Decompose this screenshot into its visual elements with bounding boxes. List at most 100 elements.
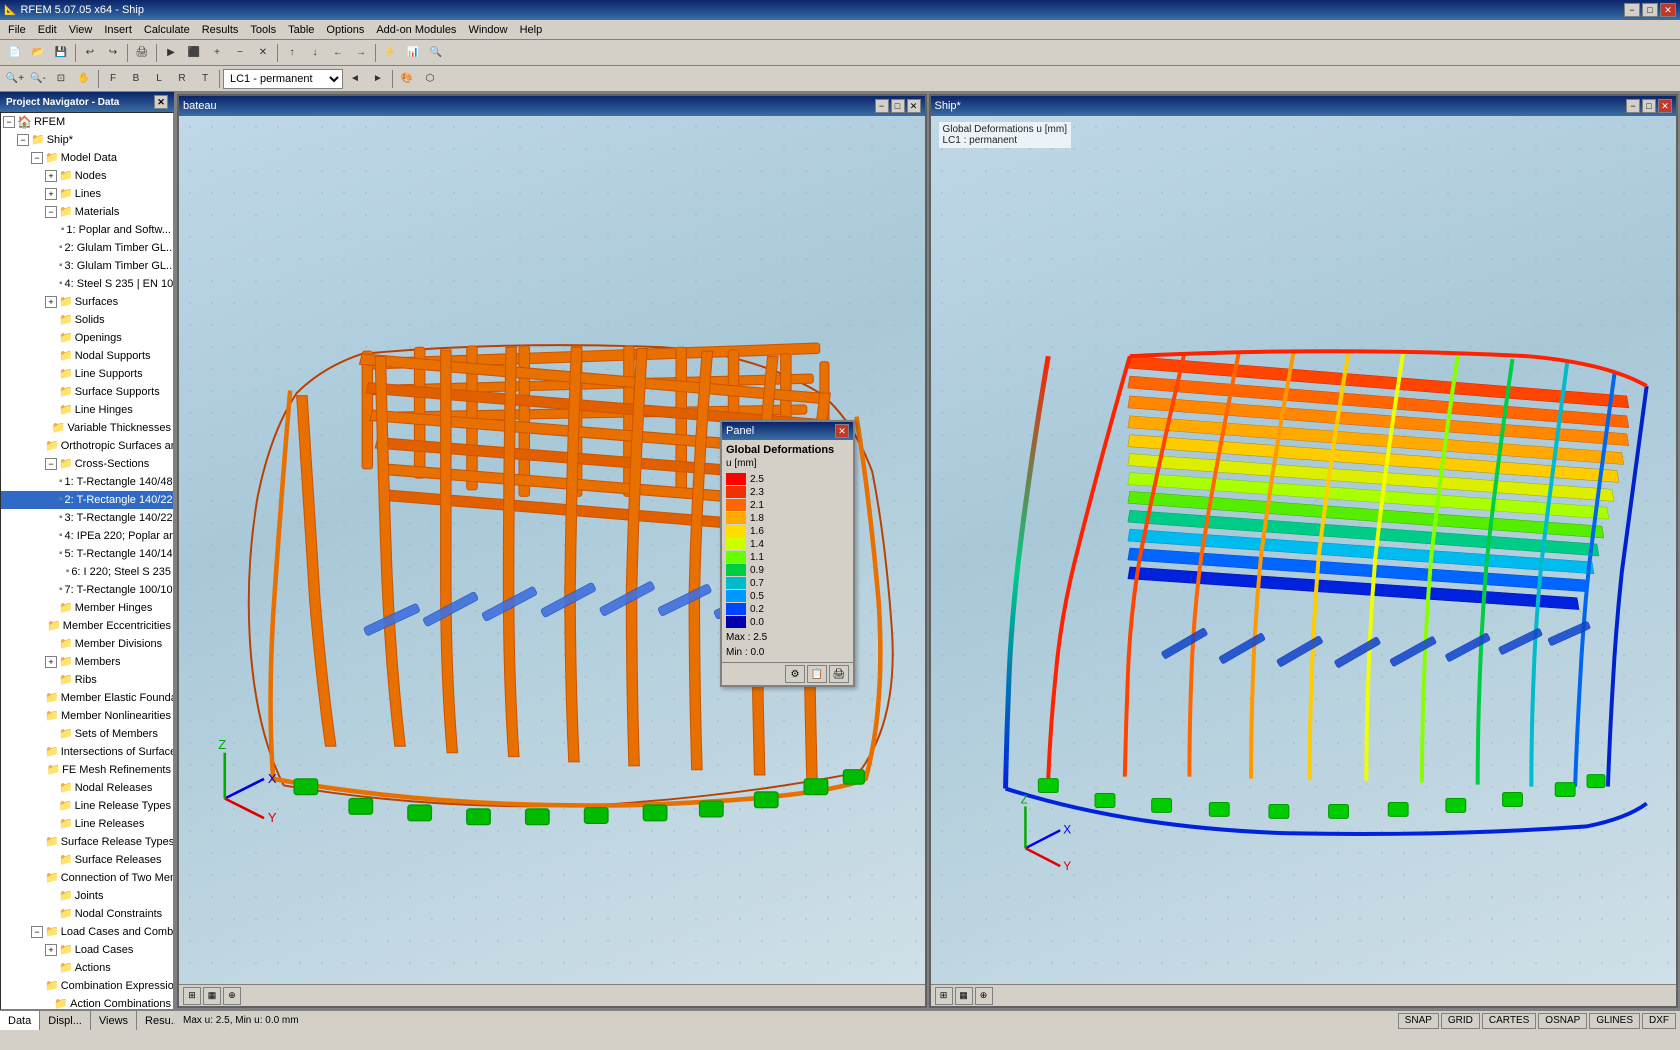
expand-icon[interactable]: − [3,116,15,128]
menu-item-calculate[interactable]: Calculate [138,22,196,38]
menu-item-options[interactable]: Options [320,22,370,38]
vp-right-close[interactable]: ✕ [1658,99,1672,113]
menu-item-results[interactable]: Results [196,22,245,38]
tree-item[interactable]: 📁Surface Releases [1,851,173,869]
tb-btn-9[interactable]: → [350,42,372,64]
tree-item[interactable]: ▪2: T-Rectangle 140/22... [1,491,173,509]
panel-close[interactable]: ✕ [154,95,168,109]
wire-btn[interactable]: ⬡ [419,68,441,90]
view-left[interactable]: L [148,68,170,90]
tree-item[interactable]: 📁Orthotropic Surfaces and... [1,437,173,455]
tree-item[interactable]: 📁Solids [1,311,173,329]
tree-item[interactable]: 📁Member Divisions [1,635,173,653]
tree-item[interactable]: 📁Line Release Types [1,797,173,815]
undo-button[interactable]: ↩ [79,42,101,64]
redo-button[interactable]: ↪ [102,42,124,64]
zoom-in[interactable]: 🔍+ [4,68,26,90]
tree-item[interactable]: 📁Member Nonlinearities [1,707,173,725]
tree-item[interactable]: 📁Line Releases [1,815,173,833]
panel-export-btn[interactable]: 📋 [807,665,827,683]
view-front[interactable]: F [102,68,124,90]
lc-prev[interactable]: ◄ [344,68,366,90]
panel-print-btn[interactable]: 🖨 [829,665,849,683]
tree-item[interactable]: 📁Intersections of Surfaces [1,743,173,761]
minimize-button[interactable]: − [1624,3,1640,17]
new-button[interactable]: 📄 [4,42,26,64]
tree-item[interactable]: 📁Surface Release Types [1,833,173,851]
tree-item[interactable]: ▪4: IPEa 220; Poplar an... [1,527,173,545]
tb-btn-3[interactable]: + [206,42,228,64]
tree-item[interactable]: ▪7: T-Rectangle 100/10... [1,581,173,599]
tb-btn-6[interactable]: ↑ [281,42,303,64]
tb-btn-2[interactable]: ⬛ [183,42,205,64]
tree-item[interactable]: +📁Surfaces [1,293,173,311]
vp-close[interactable]: ✕ [907,99,921,113]
tree-item[interactable]: −📁Cross-Sections [1,455,173,473]
expand-icon[interactable]: − [45,458,57,470]
vp-right-grid-btn[interactable]: ⊞ [935,987,953,1005]
menu-item-file[interactable]: File [2,22,32,38]
expand-icon[interactable]: + [45,296,57,308]
tree-item[interactable]: ▪2: Glulam Timber GL... [1,239,173,257]
tree-item[interactable]: +📁Nodes [1,167,173,185]
tree-item[interactable]: −📁Model Data [1,149,173,167]
tree-item[interactable]: −📁Load Cases and Combinatio... [1,923,173,941]
vp-axis-btn[interactable]: ⊕ [223,987,241,1005]
tree-item[interactable]: 📁Ribs [1,671,173,689]
menu-item-table[interactable]: Table [282,22,320,38]
tree-item[interactable]: ▪1: Poplar and Softw... [1,221,173,239]
tree-item[interactable]: −📁Ship* [1,131,173,149]
tree-item[interactable]: −📁Materials [1,203,173,221]
panel-window-close[interactable]: ✕ [835,424,849,438]
tree-item[interactable]: ▪3: T-Rectangle 140/22... [1,509,173,527]
tree-item[interactable]: 📁Member Hinges [1,599,173,617]
tb-btn-5[interactable]: ✕ [252,42,274,64]
view-top[interactable]: T [194,68,216,90]
menu-item-add-on-modules[interactable]: Add-on Modules [370,22,462,38]
pan[interactable]: ✋ [73,68,95,90]
expand-icon[interactable]: − [45,206,57,218]
render-btn[interactable]: 🎨 [396,68,418,90]
tb-btn-10[interactable]: 📊 [402,42,424,64]
dxf-button[interactable]: DXF [1642,1013,1676,1029]
view-back[interactable]: B [125,68,147,90]
tree-item[interactable]: 📁Member Elastic Foundati... [1,689,173,707]
print-button[interactable]: 🖨 [131,42,153,64]
tree-item[interactable]: 📁Connection of Two Memb... [1,869,173,887]
tree-item[interactable]: 📁Variable Thicknesses [1,419,173,437]
calculate-button[interactable]: ⚡ [379,42,401,64]
vp-right-minimize[interactable]: − [1626,99,1640,113]
grid-button[interactable]: GRID [1441,1013,1480,1029]
vp-grid-btn[interactable]: ⊞ [183,987,201,1005]
panel-settings-btn[interactable]: ⚙ [785,665,805,683]
zoom-fit[interactable]: ⊡ [50,68,72,90]
expand-icon[interactable]: + [45,188,57,200]
zoom-out[interactable]: 🔍- [27,68,49,90]
expand-icon[interactable]: − [31,152,43,164]
tree-item[interactable]: 📁Action Combinations [1,995,173,1010]
menu-item-view[interactable]: View [63,22,99,38]
tree-item[interactable]: ▪1: T-Rectangle 140/48... [1,473,173,491]
close-button[interactable]: ✕ [1660,3,1676,17]
vp-render-btn[interactable]: ▦ [203,987,221,1005]
tree-item[interactable]: 📁FE Mesh Refinements [1,761,173,779]
tree-item[interactable]: 📁Openings [1,329,173,347]
tree-item[interactable]: +📁Members [1,653,173,671]
tree-item[interactable]: ▪6: I 220; Steel S 235 [1,563,173,581]
tree-item[interactable]: 📁Combination Expressions [1,977,173,995]
tree-item[interactable]: 📁Nodal Supports [1,347,173,365]
tree-item[interactable]: 📁Surface Supports [1,383,173,401]
expand-icon[interactable]: − [31,926,43,938]
tree-item[interactable]: ▪4: Steel S 235 | EN 100... [1,275,173,293]
vp-right-render-btn[interactable]: ▦ [955,987,973,1005]
tree-item[interactable]: ▪5: T-Rectangle 140/14... [1,545,173,563]
viewport-right-content[interactable]: Global Deformations u [mm] LC1 : permane… [931,116,1677,984]
tree-item[interactable]: 📁Nodal Releases [1,779,173,797]
view-right[interactable]: R [171,68,193,90]
menu-item-insert[interactable]: Insert [98,22,138,38]
menu-item-edit[interactable]: Edit [32,22,63,38]
tree-item[interactable]: 📁Member Eccentricities [1,617,173,635]
expand-icon[interactable]: + [45,170,57,182]
tree-item[interactable]: −🏠RFEM [1,113,173,131]
tree-item[interactable]: 📁Line Supports [1,365,173,383]
